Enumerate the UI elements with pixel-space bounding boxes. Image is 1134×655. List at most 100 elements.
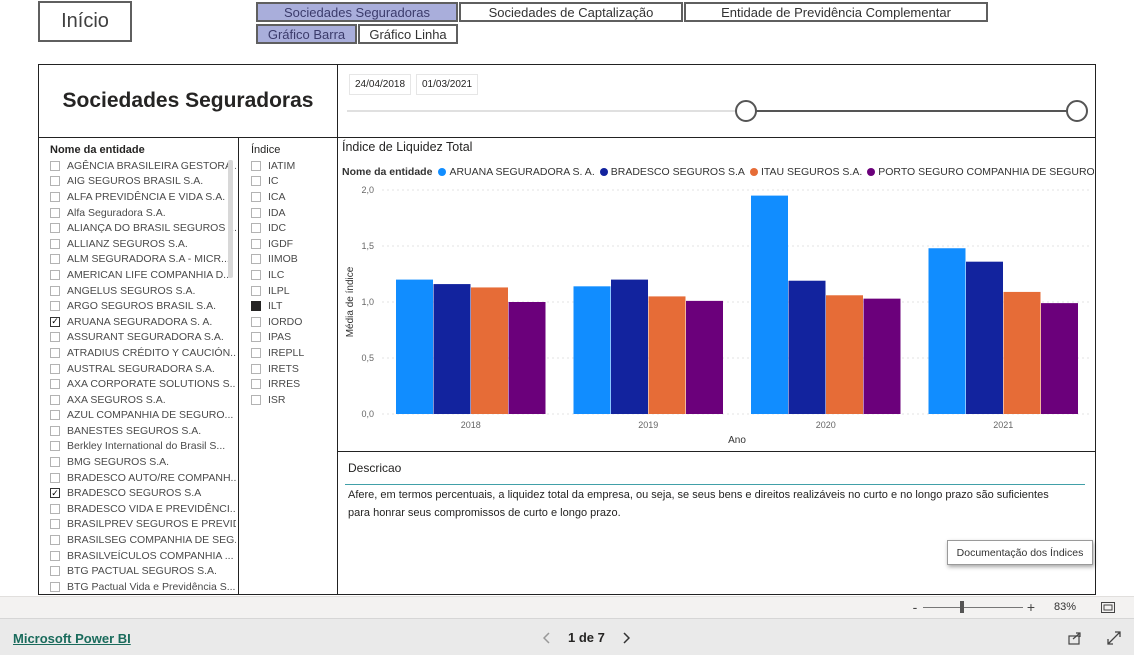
checkbox-icon[interactable] xyxy=(50,191,60,202)
slicer-item[interactable]: ICA xyxy=(251,189,335,205)
checkbox-icon[interactable] xyxy=(251,394,261,405)
checkbox-icon[interactable] xyxy=(251,176,261,187)
zoom-slider-handle[interactable] xyxy=(960,601,964,613)
slicer-item[interactable]: AZUL COMPANHIA DE SEGURO... xyxy=(50,408,236,424)
slicer-item[interactable]: ✓ BRADESCO SEGUROS S.A xyxy=(50,485,236,501)
checkbox-icon[interactable] xyxy=(50,441,60,452)
slicer-item[interactable]: ✓ ARUANA SEGURADORA S. A. xyxy=(50,314,236,330)
end-date-input[interactable]: 01/03/2021 xyxy=(416,74,479,95)
slicer-item[interactable]: ANGELUS SEGUROS S.A. xyxy=(50,283,236,299)
checkbox-icon[interactable] xyxy=(50,535,60,546)
checkbox-icon[interactable] xyxy=(251,207,261,218)
zoom-slider-track[interactable] xyxy=(923,607,1023,608)
line-chart-toggle[interactable]: Gráfico Linha xyxy=(358,24,458,44)
slicer-item[interactable]: IPAS xyxy=(251,330,335,346)
checkbox-icon[interactable] xyxy=(50,410,60,421)
slicer-item[interactable]: ALLIANZ SEGUROS S.A. xyxy=(50,236,236,252)
checkbox-icon[interactable] xyxy=(251,332,261,343)
slicer-item[interactable]: AXA SEGUROS S.A. xyxy=(50,392,236,408)
checkbox-icon[interactable] xyxy=(50,223,60,234)
slicer-item[interactable]: ISR xyxy=(251,392,335,408)
checkbox-icon[interactable] xyxy=(50,176,60,187)
slicer-item[interactable]: ALIANÇA DO BRASIL SEGUROS ... xyxy=(50,220,236,236)
slicer-item[interactable]: AGÊNCIA BRASILEIRA GESTORA ... xyxy=(50,158,236,174)
chevron-right-icon[interactable] xyxy=(617,631,635,644)
checkbox-icon[interactable] xyxy=(251,379,261,390)
checkbox-icon[interactable] xyxy=(50,566,60,577)
slicer-item[interactable]: IIMOB xyxy=(251,252,335,268)
slicer-item[interactable]: BRADESCO VIDA E PREVIDÊNCI... xyxy=(50,501,236,517)
checkbox-icon[interactable] xyxy=(50,254,60,265)
checkbox-icon[interactable] xyxy=(251,363,261,374)
slicer-item[interactable]: IREPLL xyxy=(251,345,335,361)
chevron-left-icon[interactable] xyxy=(538,631,556,644)
checkbox-icon[interactable] xyxy=(50,503,60,514)
tab-sociedades-seguradoras[interactable]: Sociedades Seguradoras xyxy=(256,2,458,22)
fit-to-page-icon[interactable] xyxy=(1099,600,1117,615)
slicer-item[interactable]: ARGO SEGUROS BRASIL S.A. xyxy=(50,298,236,314)
slicer-item[interactable]: ALM SEGURADORA S.A - MICR... xyxy=(50,252,236,268)
tab-entidade-previdencia[interactable]: Entidade de Previdência Complementar xyxy=(684,2,988,22)
tab-sociedades-captalizacao[interactable]: Sociedades de Captalização xyxy=(459,2,683,22)
slicer-item[interactable]: AUSTRAL SEGURADORA S.A. xyxy=(50,361,236,377)
date-slider-start-handle[interactable] xyxy=(735,100,757,122)
slicer-item[interactable]: Berkley International do Brasil S... xyxy=(50,439,236,455)
slicer-item[interactable]: ASSURANT SEGURADORA S.A. xyxy=(50,330,236,346)
entity-scrollbar[interactable] xyxy=(228,160,233,278)
checkbox-icon[interactable] xyxy=(50,332,60,343)
slicer-item[interactable]: IDA xyxy=(251,205,335,221)
powerbi-link[interactable]: Microsoft Power BI xyxy=(13,631,131,646)
checkbox-icon[interactable] xyxy=(251,285,261,296)
slicer-item[interactable]: BTG Pactual Vida e Previdência S... xyxy=(50,579,236,594)
slicer-item[interactable]: BMG SEGUROS S.A. xyxy=(50,454,236,470)
slicer-item[interactable]: BRASILPREV SEGUROS E PREVID... xyxy=(50,517,236,533)
checkbox-icon[interactable] xyxy=(251,160,261,171)
legend-item[interactable]: ITAU SEGUROS S.A. xyxy=(749,166,862,178)
slicer-item[interactable]: BRASILVEÍCULOS COMPANHIA ... xyxy=(50,548,236,564)
documentation-button[interactable]: Documentação dos Índices xyxy=(947,540,1093,565)
slicer-item[interactable]: ILC xyxy=(251,267,335,283)
slicer-item[interactable]: IRETS xyxy=(251,361,335,377)
slicer-item[interactable]: AMERICAN LIFE COMPANHIA D... xyxy=(50,267,236,283)
checkbox-checked-icon[interactable] xyxy=(251,301,261,312)
slicer-item[interactable]: BRADESCO AUTO/RE COMPANH... xyxy=(50,470,236,486)
slicer-item[interactable]: IRRES xyxy=(251,376,335,392)
checkbox-icon[interactable] xyxy=(50,285,60,296)
slicer-item[interactable]: IGDF xyxy=(251,236,335,252)
checkbox-icon[interactable] xyxy=(50,425,60,436)
start-date-input[interactable]: 24/04/2018 xyxy=(349,74,412,95)
checkbox-icon[interactable] xyxy=(50,472,60,483)
checkbox-icon[interactable] xyxy=(251,269,261,280)
checkbox-icon[interactable] xyxy=(251,238,261,249)
checkbox-icon[interactable] xyxy=(50,394,60,405)
slicer-item[interactable]: ATRADIUS CRÉDITO Y CAUCIÓN... xyxy=(50,345,236,361)
date-slider-end-handle[interactable] xyxy=(1066,100,1088,122)
share-icon[interactable] xyxy=(1066,629,1084,647)
zoom-out-button[interactable]: - xyxy=(909,599,921,615)
legend-item[interactable]: PORTO SEGURO COMPANHIA DE SEGUROS GE... xyxy=(867,166,1094,178)
slicer-item[interactable]: IDC xyxy=(251,220,335,236)
legend-item[interactable]: BRADESCO SEGUROS S.A xyxy=(599,166,745,178)
legend-item[interactable]: ARUANA SEGURADORA S. A. xyxy=(438,166,595,178)
home-button[interactable]: Início xyxy=(38,1,132,42)
slicer-item[interactable]: BANESTES SEGUROS S.A. xyxy=(50,423,236,439)
checkbox-checked-icon[interactable]: ✓ xyxy=(50,316,60,327)
expand-icon[interactable] xyxy=(1105,629,1123,647)
checkbox-icon[interactable] xyxy=(50,550,60,561)
checkbox-icon[interactable] xyxy=(50,160,60,171)
checkbox-icon[interactable] xyxy=(50,363,60,374)
checkbox-icon[interactable] xyxy=(251,254,261,265)
slicer-item[interactable]: AXA CORPORATE SOLUTIONS S... xyxy=(50,376,236,392)
checkbox-icon[interactable] xyxy=(251,223,261,234)
checkbox-icon[interactable] xyxy=(50,581,60,592)
checkbox-icon[interactable] xyxy=(50,347,60,358)
slicer-item[interactable]: ALFA PREVIDÊNCIA E VIDA S.A. xyxy=(50,189,236,205)
slicer-item[interactable]: IORDO xyxy=(251,314,335,330)
bar-chart-toggle[interactable]: Gráfico Barra xyxy=(256,24,357,44)
checkbox-icon[interactable] xyxy=(50,269,60,280)
checkbox-icon[interactable] xyxy=(50,238,60,249)
slicer-item[interactable]: AIG SEGUROS BRASIL S.A. xyxy=(50,174,236,190)
slicer-item[interactable]: BRASILSEG COMPANHIA DE SEG... xyxy=(50,532,236,548)
checkbox-icon[interactable] xyxy=(251,191,261,202)
zoom-in-button[interactable]: + xyxy=(1025,599,1037,615)
